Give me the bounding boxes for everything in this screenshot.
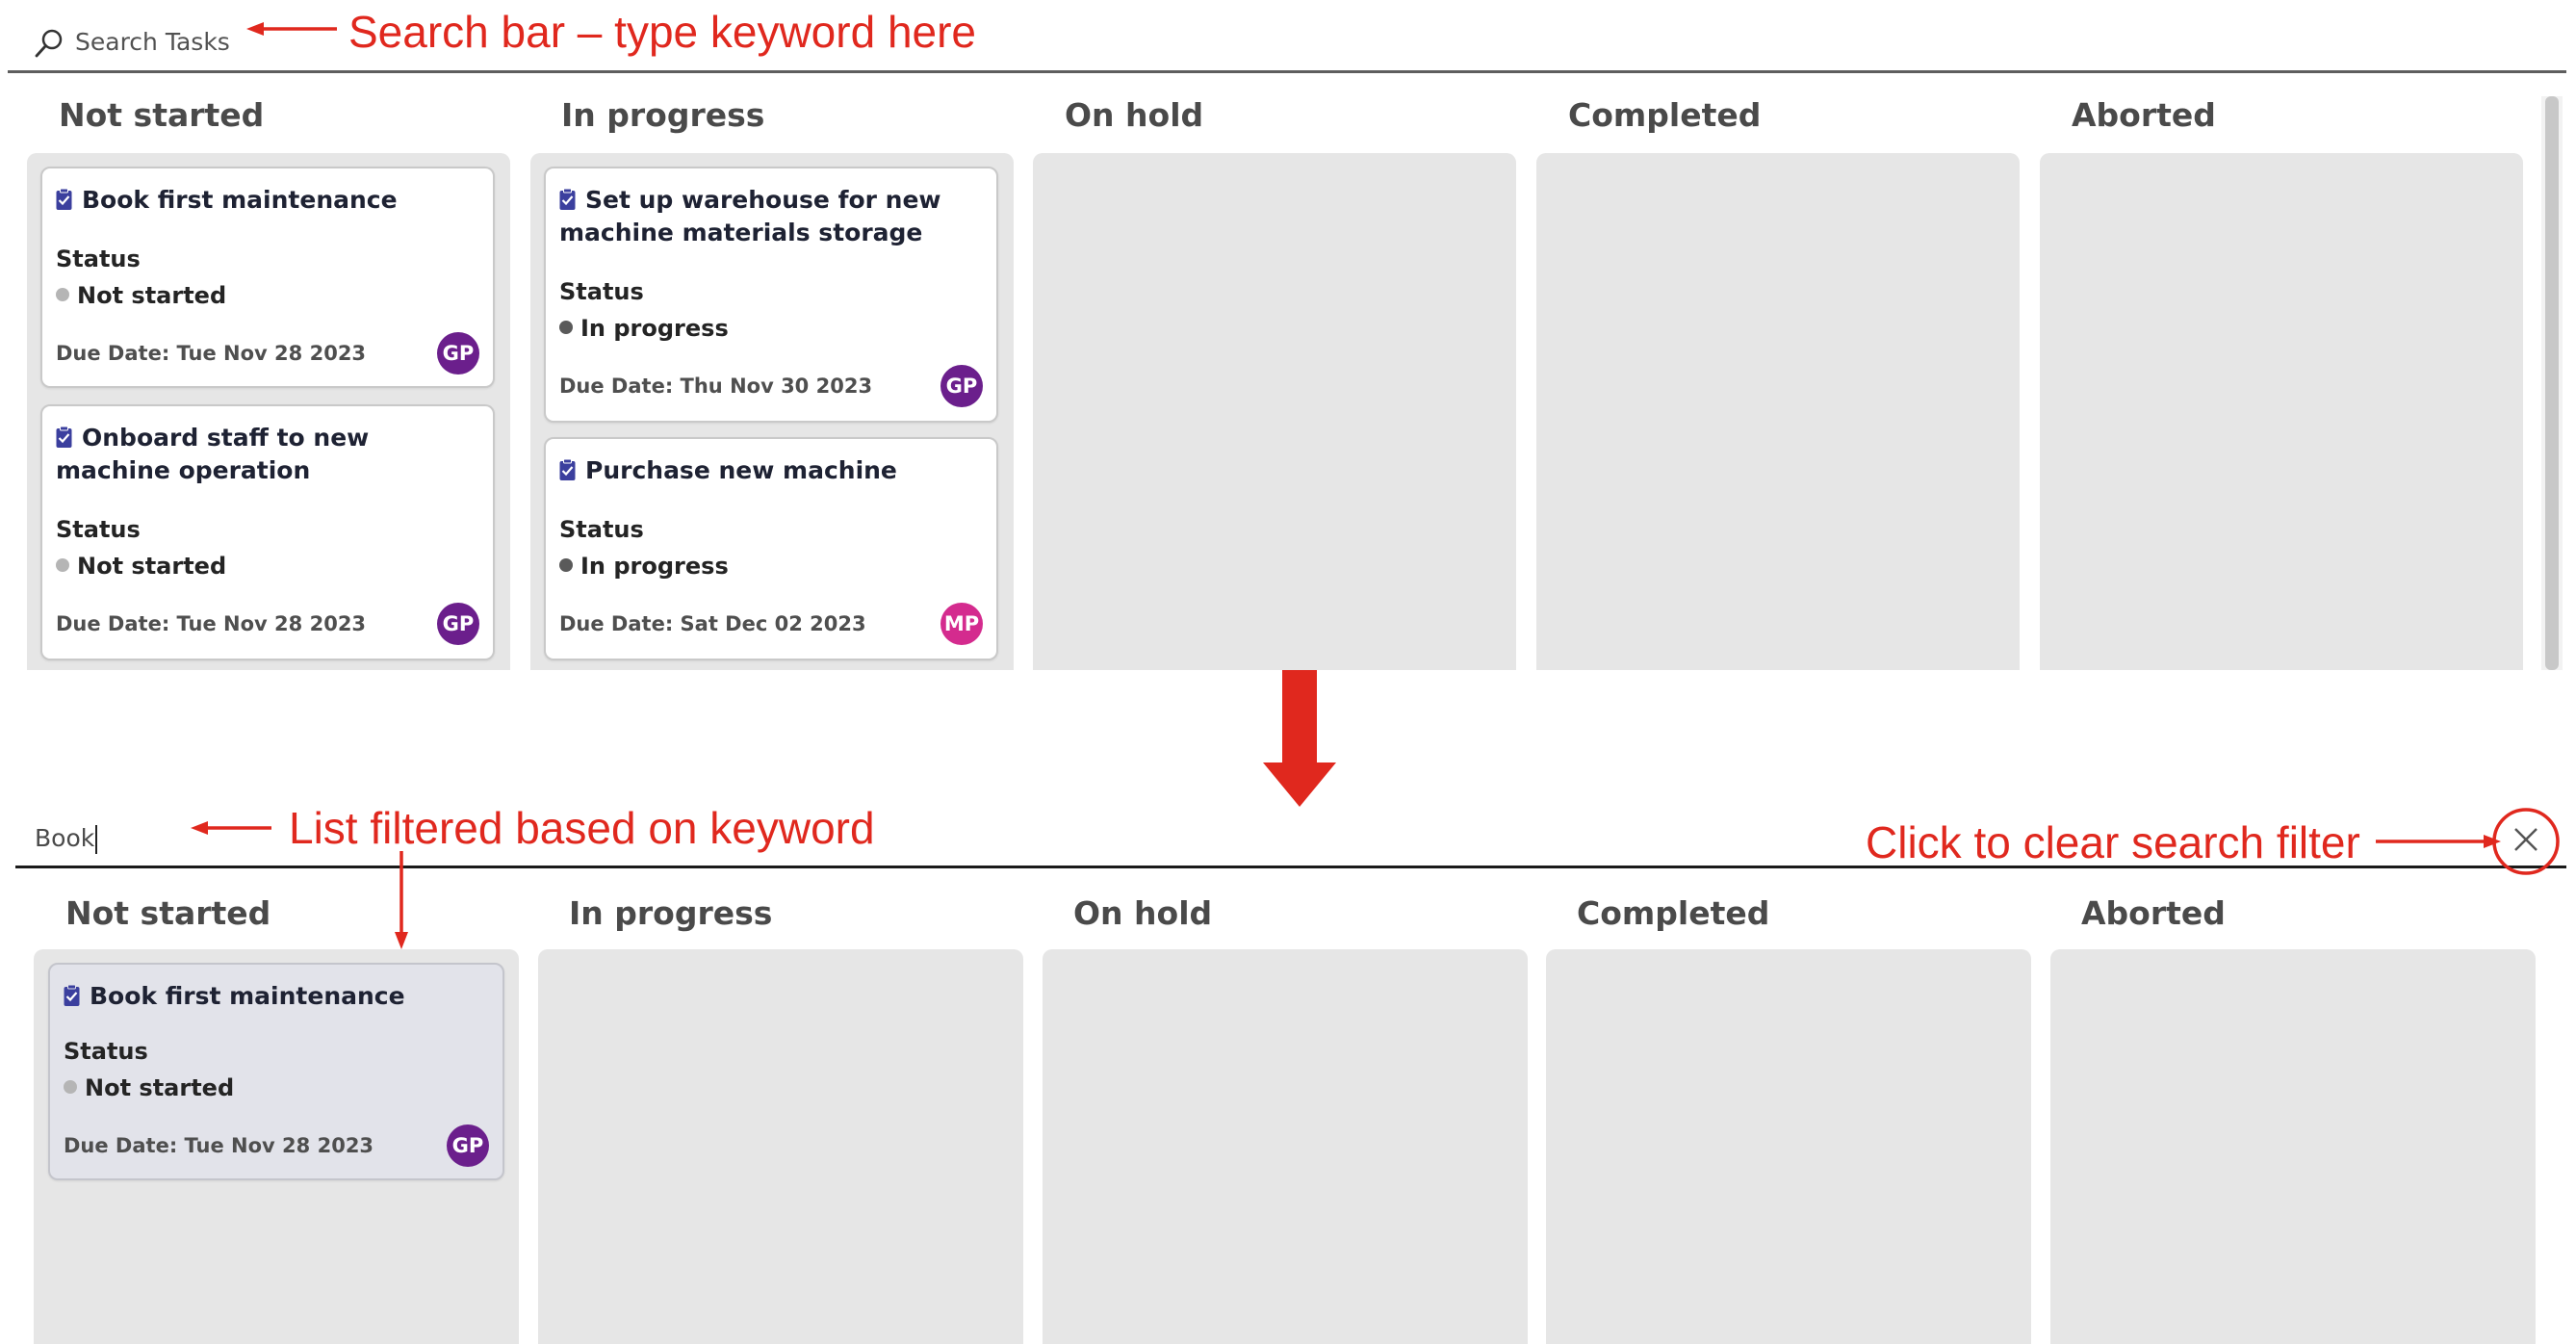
avatar[interactable]: GP: [940, 365, 983, 407]
column-title: In progress: [569, 894, 773, 932]
annotation-arrow: [2376, 835, 2501, 848]
status-value: In progress: [559, 315, 729, 342]
task-title: Onboard staff to new machine operation: [56, 424, 370, 484]
task-card[interactable]: Book first maintenance Status Not starte…: [48, 963, 504, 1180]
text-caret: [95, 825, 98, 854]
column-completed: [1536, 153, 2020, 670]
task-board: Not started In progress On hold Complete…: [8, 75, 2566, 670]
annotation-arrow: [191, 821, 271, 835]
column-aborted: [2040, 153, 2523, 670]
task-title: Book first maintenance: [64, 980, 487, 1013]
clipboard-check-icon: [64, 985, 80, 1006]
annotation-arrow: [395, 851, 408, 949]
due-date: Due Date: Tue Nov 28 2023: [64, 1134, 374, 1157]
column-title: Completed: [1568, 96, 1762, 134]
task-card[interactable]: Purchase new machine Status In progress …: [544, 437, 998, 660]
status-dot: [559, 321, 573, 334]
task-card[interactable]: Book first maintenance Status Not starte…: [40, 167, 495, 388]
column-title: In progress: [561, 96, 765, 134]
column-on-hold: [1033, 153, 1516, 670]
due-date: Due Date: Tue Nov 28 2023: [56, 342, 367, 365]
due-date: Due Date: Sat Dec 02 2023: [559, 612, 866, 635]
avatar[interactable]: MP: [940, 603, 983, 645]
status-value: Not started: [56, 553, 226, 580]
status-value: In progress: [559, 553, 729, 580]
annotation-filtered: List filtered based on keyword: [289, 803, 875, 853]
down-arrow: [1263, 670, 1336, 807]
avatar[interactable]: GP: [437, 332, 479, 375]
status-dot: [559, 558, 573, 572]
search-input[interactable]: Search Tasks: [75, 28, 230, 56]
column-on-hold: [1043, 949, 1528, 1344]
avatar[interactable]: GP: [447, 1124, 489, 1167]
column-aborted: [2050, 949, 2536, 1344]
status-label: Status: [64, 1038, 148, 1065]
search-input[interactable]: Book: [35, 824, 98, 854]
status-value: Not started: [56, 282, 226, 309]
scrollbar[interactable]: [2541, 96, 2563, 670]
status-dot: [56, 288, 69, 301]
clipboard-check-icon: [559, 459, 576, 480]
task-title: Purchase new machine: [559, 454, 981, 487]
column-completed: [1546, 949, 2031, 1344]
due-date: Due Date: Thu Nov 30 2023: [559, 375, 873, 398]
clipboard-check-icon: [56, 189, 72, 210]
status-label: Status: [56, 516, 141, 543]
annotation-search-bar: Search bar – type keyword here: [348, 7, 977, 57]
column-title: Completed: [1577, 894, 1770, 932]
column-title: Not started: [59, 96, 265, 134]
status-label: Status: [56, 246, 141, 272]
column-title: Not started: [65, 894, 271, 932]
task-card[interactable]: Onboard staff to new machine operation S…: [40, 404, 495, 660]
clipboard-check-icon: [56, 426, 72, 448]
scrollbar-thumb[interactable]: [2545, 96, 2559, 670]
task-title: Book first maintenance: [56, 184, 477, 217]
annotation-clear: Click to clear search filter: [1866, 817, 2360, 867]
annotation-arrow: [246, 22, 337, 36]
clipboard-check-icon: [559, 189, 576, 210]
column-in-progress: [538, 949, 1023, 1344]
column-title: On hold: [1065, 96, 1204, 134]
column-title: Aborted: [2081, 894, 2226, 932]
column-title: On hold: [1073, 894, 1213, 932]
task-card[interactable]: Set up warehouse for new machine materia…: [544, 167, 998, 423]
search-icon: [35, 29, 63, 58]
annotation-circle: [2492, 808, 2560, 875]
due-date: Due Date: Tue Nov 28 2023: [56, 612, 367, 635]
status-label: Status: [559, 278, 644, 305]
task-title: Set up warehouse for new machine materia…: [559, 186, 941, 246]
status-value: Not started: [64, 1074, 234, 1101]
status-dot: [64, 1080, 77, 1094]
column-title: Aborted: [2072, 96, 2216, 134]
status-label: Status: [559, 516, 644, 543]
avatar[interactable]: GP: [437, 603, 479, 645]
status-dot: [56, 558, 69, 572]
